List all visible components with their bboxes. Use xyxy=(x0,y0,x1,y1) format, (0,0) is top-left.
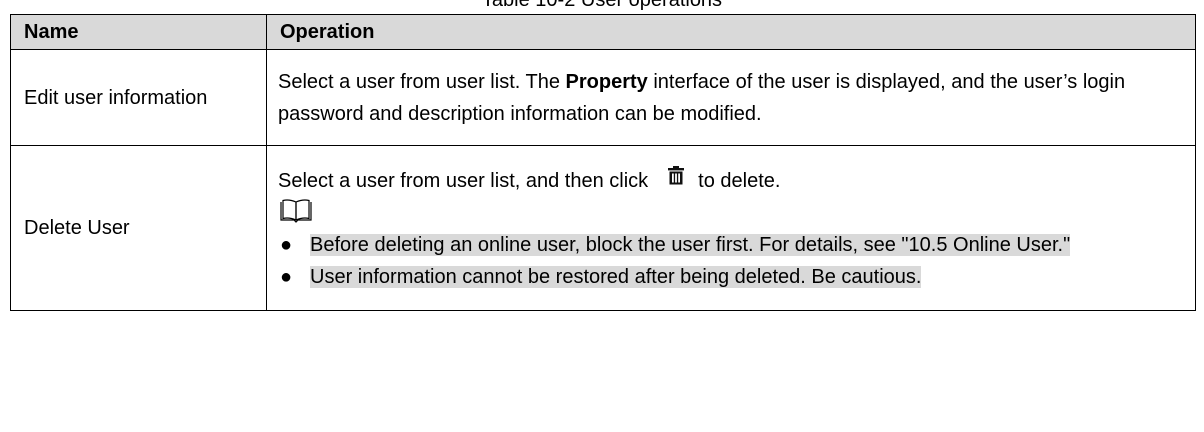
trash-icon xyxy=(662,163,691,191)
note-text: Before deleting an online user, block th… xyxy=(310,234,1071,256)
table-caption: Table 10-2 User operations xyxy=(0,0,1204,14)
list-item: ● User information cannot be restored aft… xyxy=(278,261,1185,293)
row-name-delete-user: Delete User xyxy=(10,145,267,311)
note-text: User information cannot be restored afte… xyxy=(310,266,922,288)
row-operation-delete-user: Select a user from user list, and then c… xyxy=(266,145,1196,311)
header-operation: Operation xyxy=(266,14,1196,50)
table-header-row: Name Operation xyxy=(10,14,1196,50)
op-text: Select a user from user list, and then c… xyxy=(278,170,649,192)
property-term: Property xyxy=(565,70,648,93)
op-text: to delete. xyxy=(698,170,781,192)
op-text: Select a user from user list. The xyxy=(278,70,566,93)
row-operation-edit-user: Select a user from user list. The Proper… xyxy=(266,49,1196,146)
list-item: ● Before deleting an online user, block t… xyxy=(278,229,1185,261)
header-name: Name xyxy=(10,14,267,50)
delete-instruction: Select a user from user list, and then c… xyxy=(278,163,1185,197)
bullet-dot: ● xyxy=(280,234,293,256)
table-row: Edit user information Select a user from… xyxy=(10,49,1196,146)
bullet-dot: ● xyxy=(280,266,293,288)
user-operations-table: Name Operation Edit user information Sel… xyxy=(10,14,1196,311)
book-icon xyxy=(280,199,312,223)
caption-text: Table 10-2 User operations xyxy=(481,0,723,11)
row-name-edit-user: Edit user information xyxy=(10,49,267,146)
table-row: Delete User Select a user from user list… xyxy=(10,145,1196,311)
note-list: ● Before deleting an online user, block t… xyxy=(278,229,1185,293)
